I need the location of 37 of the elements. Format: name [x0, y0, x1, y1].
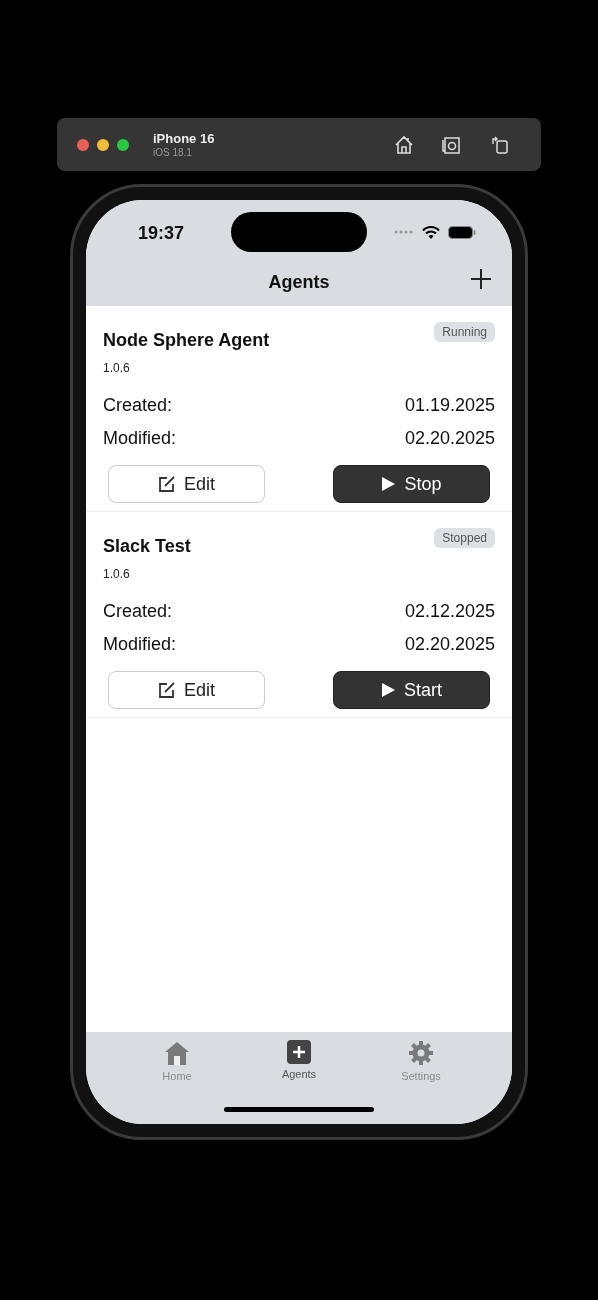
battery-icon [448, 225, 476, 239]
signal-icon [394, 230, 414, 234]
agent-version: 1.0.6 [103, 567, 131, 581]
field-label: Created: [103, 600, 173, 623]
device-name: iPhone 16 [153, 131, 216, 146]
edit-icon [158, 475, 176, 493]
agent-name: Slack Test [103, 536, 191, 557]
agent-name: Node Sphere Agent [103, 330, 270, 351]
status-time: 19:37 [138, 221, 185, 244]
edit-icon [158, 681, 176, 699]
field-label: Modified: [103, 633, 177, 656]
field-value: 02.20.2025 [404, 427, 495, 450]
plus-square-icon [287, 1040, 311, 1064]
action-button[interactable]: Start [333, 671, 490, 709]
screen-title: Agents [268, 271, 330, 293]
home-icon [163, 1040, 191, 1066]
field-label: Modified: [103, 427, 177, 450]
edit-button[interactable]: Edit [108, 671, 265, 709]
field-value: 02.20.2025 [404, 633, 495, 656]
agent-version: 1.0.6 [103, 361, 131, 375]
os-version: iOS 18.1 [153, 147, 193, 158]
action-button[interactable]: Stop [333, 465, 490, 503]
close-button[interactable] [77, 138, 89, 151]
home-icon[interactable] [393, 133, 415, 156]
field-value: 02.12.2025 [404, 600, 495, 623]
status-badge: Stopped [434, 528, 495, 548]
tab[interactable]: Agents [259, 1040, 339, 1082]
zoom-button[interactable] [117, 138, 129, 151]
wifi-icon [422, 225, 440, 239]
field-label: Created: [103, 394, 173, 417]
field-value: 01.19.2025 [404, 394, 495, 417]
edit-button[interactable]: Edit [108, 465, 265, 503]
minimize-button[interactable] [97, 138, 109, 151]
play-icon [381, 476, 397, 492]
settings-icon [408, 1040, 434, 1066]
play-icon [381, 682, 396, 698]
status-badge: Running [434, 322, 495, 342]
